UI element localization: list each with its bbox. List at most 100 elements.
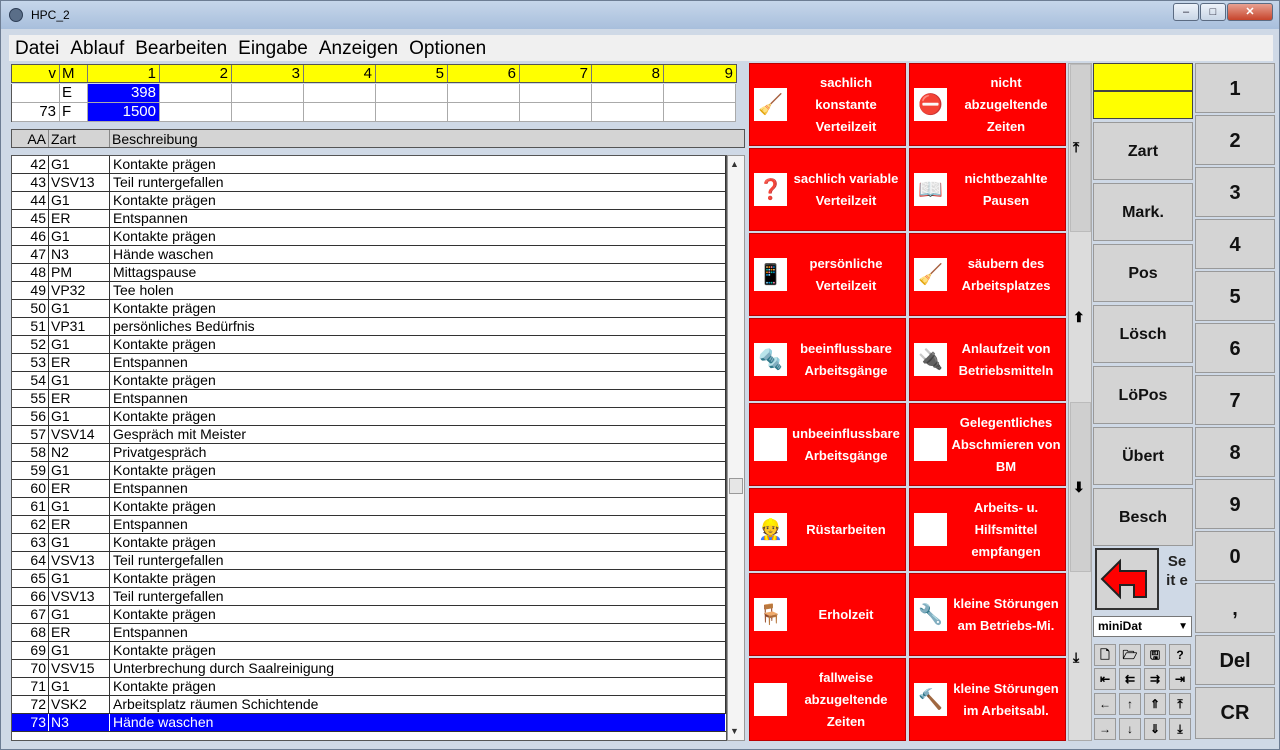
table-row[interactable]: 44 G1 Kontakte prägen	[12, 192, 726, 210]
new-file-icon[interactable]: 🗋	[1094, 644, 1116, 666]
grid-cell-m[interactable]: E	[60, 84, 88, 103]
numpad-key[interactable]: Del	[1195, 635, 1275, 685]
grid-cell[interactable]	[232, 103, 304, 122]
step-right-icon[interactable]: →	[1094, 718, 1116, 740]
table-row[interactable]: 73 N3 Hände waschen	[12, 714, 726, 732]
menu-bearbeiten[interactable]: Bearbeiten	[129, 35, 232, 60]
prev-icon[interactable]: ⇇	[1119, 668, 1141, 690]
table-row[interactable]: 64 VSV13 Teil runtergefallen	[12, 552, 726, 570]
top-icon[interactable]: ⤒	[1169, 693, 1191, 715]
table-row[interactable]: 46 G1 Kontakte prägen	[12, 228, 726, 246]
save-icon[interactable]: 🖫	[1144, 644, 1166, 666]
grid-cell[interactable]	[448, 103, 520, 122]
step-up-icon[interactable]: ↑	[1119, 693, 1141, 715]
grid-cell[interactable]	[520, 84, 592, 103]
menu-optionen[interactable]: Optionen	[403, 35, 491, 60]
side-button-5[interactable]: Übert	[1093, 427, 1193, 485]
minimize-button[interactable]: –	[1173, 3, 1199, 21]
grid-cell[interactable]	[664, 103, 736, 122]
activity-list[interactable]: 42 G1 Kontakte prägen 43 VSV13 Teil runtergef…	[11, 155, 727, 741]
category-button[interactable]: 👷 Rüstarbeiten	[749, 488, 906, 571]
table-row[interactable]: 61 G1 Kontakte prägen	[12, 498, 726, 516]
category-button[interactable]: 🔩 beeinflussbare Arbeitsgänge	[749, 318, 906, 401]
mode-select[interactable]: miniDat ▼	[1093, 616, 1192, 637]
numpad-key[interactable]: 9	[1195, 479, 1275, 529]
table-row[interactable]: 43 VSV13 Teil runtergefallen	[12, 174, 726, 192]
grid-cell-v[interactable]: 73	[12, 103, 60, 122]
last-icon[interactable]: ⇥	[1169, 668, 1191, 690]
column-header-zart[interactable]: Zart	[49, 130, 110, 147]
grid-cell-m[interactable]: F	[60, 103, 88, 122]
numpad-key[interactable]: 6	[1195, 323, 1275, 373]
grid-cell[interactable]	[520, 103, 592, 122]
numpad-key[interactable]: 2	[1195, 115, 1275, 165]
table-row[interactable]: 52 G1 Kontakte prägen	[12, 336, 726, 354]
category-button[interactable]: 🔌 Anlaufzeit von Betriebsmitteln	[909, 318, 1066, 401]
table-row[interactable]: 55 ER Entspannen	[12, 390, 726, 408]
table-row[interactable]: 67 G1 Kontakte prägen	[12, 606, 726, 624]
open-file-icon[interactable]: 🗁	[1119, 644, 1141, 666]
scroll-down-icon[interactable]: ⬇	[1073, 479, 1085, 496]
menu-ablauf[interactable]: Ablauf	[64, 35, 129, 60]
category-button[interactable]: 📱 persönliche Verteilzeit	[749, 233, 906, 316]
side-button-3[interactable]: Lösch	[1093, 305, 1193, 363]
table-row[interactable]: 51 VP31 persönliches Bedürfnis	[12, 318, 726, 336]
table-row[interactable]: 42 G1 Kontakte prägen	[12, 156, 726, 174]
grid-cell-v[interactable]	[12, 84, 60, 103]
category-button[interactable]: 🪑 Erholzeit	[749, 573, 906, 656]
category-button[interactable]: 🧹 sachlich konstante Verteilzeit	[749, 63, 906, 146]
category-button[interactable]: ❓ sachlich variable Verteilzeit	[749, 148, 906, 231]
category-button[interactable]: ⛔ nicht abzugeltende Zeiten	[909, 63, 1066, 146]
side-button-0[interactable]: Zart	[1093, 122, 1193, 180]
menu-anzeigen[interactable]: Anzeigen	[313, 35, 403, 60]
numpad-key[interactable]: 7	[1195, 375, 1275, 425]
table-row[interactable]: 66 VSV13 Teil runtergefallen	[12, 588, 726, 606]
category-scrollbar[interactable]: ⤒ ⬆ ⬇ ⤓	[1068, 63, 1092, 741]
scroll-thumb[interactable]	[729, 478, 743, 494]
numpad-key[interactable]: 4	[1195, 219, 1275, 269]
category-button[interactable]: 🔨 kleine Störungen im Arbeitsabl.	[909, 658, 1066, 741]
scroll-bottom-icon[interactable]: ⤓	[1073, 649, 1079, 666]
table-row[interactable]: 53 ER Entspannen	[12, 354, 726, 372]
grid-cell-1[interactable]: 1500	[88, 103, 160, 122]
column-header-aa[interactable]: AA	[12, 130, 49, 147]
table-row[interactable]: 69 G1 Kontakte prägen	[12, 642, 726, 660]
numpad-key[interactable]: 1	[1195, 63, 1275, 113]
category-button[interactable]: 🔧 kleine Störungen am Betriebs-Mi.	[909, 573, 1066, 656]
table-row[interactable]: 65 G1 Kontakte prägen	[12, 570, 726, 588]
table-row[interactable]: 62 ER Entspannen	[12, 516, 726, 534]
first-icon[interactable]: ⇤	[1094, 668, 1116, 690]
close-button[interactable]: ✕	[1227, 3, 1273, 21]
step-down-icon[interactable]: ↓	[1119, 718, 1141, 740]
list-scrollbar[interactable]: ▲ ▼	[727, 155, 745, 741]
category-button[interactable]: ⛏ fallweise abzugeltende Zeiten	[749, 658, 906, 741]
grid-cell[interactable]	[304, 103, 376, 122]
table-row[interactable]: 45 ER Entspannen	[12, 210, 726, 228]
grid-cell[interactable]	[664, 84, 736, 103]
table-row[interactable]: 59 G1 Kontakte prägen	[12, 462, 726, 480]
numpad-key[interactable]: 0	[1195, 531, 1275, 581]
scroll-top-icon[interactable]: ⤒	[1073, 139, 1079, 156]
table-row[interactable]: 60 ER Entspannen	[12, 480, 726, 498]
side-button-6[interactable]: Besch	[1093, 488, 1193, 546]
category-button[interactable]: 🧹 säubern des Arbeitsplatzes	[909, 233, 1066, 316]
table-row[interactable]: 54 G1 Kontakte prägen	[12, 372, 726, 390]
table-row[interactable]: 70 VSV15 Unterbrechung durch Saalreinigung	[12, 660, 726, 678]
table-row[interactable]: 71 G1 Kontakte prägen	[12, 678, 726, 696]
table-row[interactable]: 47 N3 Hände waschen	[12, 246, 726, 264]
grid-cell[interactable]	[376, 84, 448, 103]
numpad-key[interactable]: 8	[1195, 427, 1275, 477]
table-row[interactable]: 72 VSK2 Arbeitsplatz räumen Schichtende	[12, 696, 726, 714]
side-button-1[interactable]: Mark.	[1093, 183, 1193, 241]
numpad-key[interactable]: 5	[1195, 271, 1275, 321]
scroll-up-arrow-icon[interactable]: ▲	[730, 159, 739, 169]
grid-cell[interactable]	[304, 84, 376, 103]
grid-cell-1[interactable]: 398	[88, 84, 160, 103]
menu-eingabe[interactable]: Eingabe	[232, 35, 313, 60]
side-button-2[interactable]: Pos	[1093, 244, 1193, 302]
bottom-icon[interactable]: ⤓	[1169, 718, 1191, 740]
grid-cell[interactable]	[160, 103, 232, 122]
grid-cell[interactable]	[160, 84, 232, 103]
next-icon[interactable]: ⇉	[1144, 668, 1166, 690]
grid-cell[interactable]	[592, 103, 664, 122]
